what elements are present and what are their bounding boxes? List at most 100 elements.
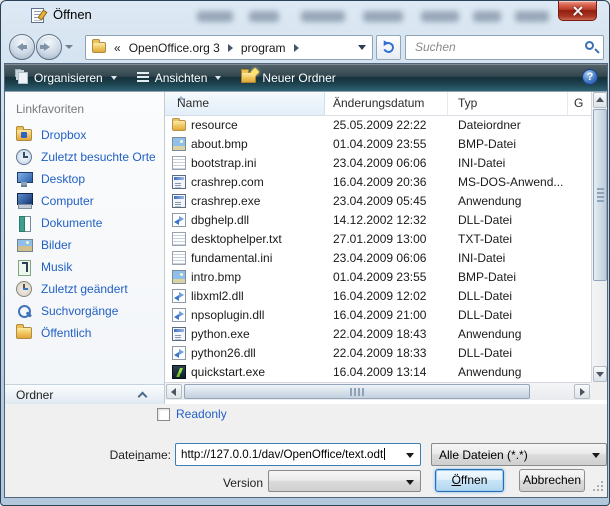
sidebar-item-recently-changed[interactable]: Zuletzt geändert bbox=[5, 278, 165, 300]
column-header-date[interactable]: Änderungsdatum bbox=[325, 92, 448, 116]
sidebar-header: Linkfavoriten bbox=[16, 102, 84, 116]
file-name: python26.dll bbox=[191, 346, 321, 360]
readonly-checkbox[interactable] bbox=[157, 408, 170, 421]
folders-expander[interactable]: Ordner bbox=[5, 384, 165, 404]
sidebar-item-computer[interactable]: Computer bbox=[5, 190, 165, 212]
horizontal-scrollbar-thumb[interactable] bbox=[184, 384, 530, 399]
views-label: Ansichten bbox=[155, 71, 208, 85]
organize-button[interactable]: Organisieren bbox=[5, 64, 127, 91]
open-button[interactable]: Öffnen bbox=[435, 469, 504, 492]
file-name: desktophelper.txt bbox=[191, 232, 321, 246]
version-select[interactable] bbox=[268, 470, 421, 492]
file-date: 27.01.2009 13:00 bbox=[333, 232, 453, 246]
file-type: BMP-Datei bbox=[458, 137, 586, 151]
help-button[interactable] bbox=[582, 69, 598, 85]
filename-input[interactable]: http://127.0.0.1/dav/OpenOffice/text.odt bbox=[175, 443, 421, 466]
sidebar-item-icon bbox=[16, 237, 32, 253]
readonly-label: Readonly bbox=[176, 407, 227, 421]
sidebar-item-pictures[interactable]: Bilder bbox=[5, 234, 165, 256]
chevron-right-icon[interactable] bbox=[294, 44, 299, 52]
file-name: fundamental.ini bbox=[191, 251, 321, 265]
views-button[interactable]: Ansichten bbox=[127, 64, 232, 91]
file-row[interactable]: npsoplugin.dll 16.04.2009 21:00 DLL-Date… bbox=[165, 306, 591, 325]
file-type: BMP-Datei bbox=[458, 270, 586, 284]
column-header-size[interactable]: G bbox=[568, 92, 591, 116]
sidebar-item-searches[interactable]: Suchvorgänge bbox=[5, 300, 165, 322]
file-name: bootstrap.ini bbox=[191, 156, 321, 170]
vertical-scrollbar-thumb[interactable] bbox=[593, 109, 607, 281]
filetype-select[interactable]: Alle Dateien (*.*) bbox=[431, 443, 607, 466]
file-type-icon bbox=[172, 346, 186, 360]
file-type: DLL-Datei bbox=[458, 289, 586, 303]
folders-label: Ordner bbox=[16, 388, 53, 402]
resize-grip[interactable] bbox=[592, 480, 603, 491]
scrollbar-corner bbox=[591, 382, 607, 400]
file-row[interactable]: libxml2.dll 16.04.2009 12:02 DLL-Datei bbox=[165, 287, 591, 306]
file-type: TXT-Datei bbox=[458, 232, 586, 246]
sidebar-item-documents[interactable]: Dokumente bbox=[5, 212, 165, 234]
search-input[interactable]: Suchen bbox=[405, 35, 604, 60]
version-label: Version bbox=[203, 476, 263, 490]
filename-dropdown-icon[interactable] bbox=[406, 453, 414, 458]
file-row[interactable]: bootstrap.ini 23.04.2009 06:06 INI-Datei bbox=[165, 154, 591, 173]
file-type-icon bbox=[172, 232, 186, 246]
refresh-button[interactable] bbox=[376, 35, 401, 60]
file-row[interactable]: about.bmp 01.04.2009 23:55 BMP-Datei bbox=[165, 135, 591, 154]
file-type: DLL-Datei bbox=[458, 346, 586, 360]
chevron-right-icon[interactable] bbox=[228, 44, 233, 52]
sidebar-item-label: Dropbox bbox=[41, 128, 86, 142]
file-list-rows: resource 25.05.2009 22:22 Dateiordner ab… bbox=[165, 116, 591, 382]
column-header-type[interactable]: Typ bbox=[448, 92, 568, 116]
file-row[interactable]: crashrep.exe 23.04.2009 05:45 Anwendung bbox=[165, 192, 591, 211]
breadcrumb-overflow[interactable]: « bbox=[114, 41, 121, 55]
sidebar-item-folder-dropbox[interactable]: Dropbox bbox=[5, 124, 165, 146]
scroll-down-button[interactable] bbox=[593, 366, 607, 382]
file-row[interactable]: python.exe 22.04.2009 18:43 Anwendung bbox=[165, 325, 591, 344]
favorites-sidebar: Linkfavoriten Dropbox Zuletzt besuchte O… bbox=[5, 92, 165, 404]
cancel-button[interactable]: Abbrechen bbox=[519, 469, 585, 492]
search-icon[interactable] bbox=[585, 41, 594, 50]
history-chevron-icon[interactable] bbox=[65, 45, 73, 49]
title-bar[interactable]: Öffnen bbox=[1, 1, 610, 29]
file-type-icon bbox=[172, 175, 186, 189]
views-icon bbox=[137, 72, 149, 84]
filetype-value: Alle Dateien (*.*) bbox=[439, 448, 528, 462]
file-type-icon bbox=[172, 365, 186, 379]
close-button[interactable] bbox=[558, 1, 597, 21]
breadcrumb[interactable]: « OpenOffice.org 3 program bbox=[85, 35, 373, 60]
file-type: Anwendung bbox=[458, 194, 586, 208]
file-row[interactable]: python26.dll 22.04.2009 18:33 DLL-Datei bbox=[165, 344, 591, 363]
file-name: libxml2.dll bbox=[191, 289, 321, 303]
column-header-name[interactable]: Name bbox=[165, 92, 325, 116]
sidebar-item-desktop[interactable]: Desktop bbox=[5, 168, 165, 190]
file-row[interactable]: quickstart.exe 16.04.2009 13:14 Anwendun… bbox=[165, 363, 591, 382]
address-dropdown-icon[interactable] bbox=[358, 45, 366, 50]
file-date: 16.04.2009 21:00 bbox=[333, 308, 453, 322]
sidebar-item-icon bbox=[16, 215, 32, 231]
organize-label: Organisieren bbox=[34, 71, 103, 85]
file-row[interactable]: desktophelper.txt 27.01.2009 13:00 TXT-D… bbox=[165, 230, 591, 249]
scroll-up-button[interactable] bbox=[593, 92, 607, 108]
sidebar-item-recent-places[interactable]: Zuletzt besuchte Orte bbox=[5, 146, 165, 168]
horizontal-scrollbar[interactable] bbox=[165, 382, 591, 400]
filename-value: http://127.0.0.1/dav/OpenOffice/text.odt bbox=[181, 448, 385, 461]
scroll-right-button[interactable] bbox=[574, 384, 590, 399]
scroll-left-button[interactable] bbox=[166, 384, 182, 399]
file-row[interactable]: intro.bmp 01.04.2009 23:55 BMP-Datei bbox=[165, 268, 591, 287]
file-row[interactable]: resource 25.05.2009 22:22 Dateiordner bbox=[165, 116, 591, 135]
file-row[interactable]: dbghelp.dll 14.12.2002 12:32 DLL-Datei bbox=[165, 211, 591, 230]
breadcrumb-item-root[interactable]: OpenOffice.org 3 bbox=[125, 39, 224, 57]
sidebar-item-public-folder[interactable]: Öffentlich bbox=[5, 322, 165, 344]
sidebar-item-music[interactable]: Musik bbox=[5, 256, 165, 278]
dialog-client-area: Organisieren Ansichten Neuer Ordner Link… bbox=[4, 63, 608, 498]
forward-button[interactable] bbox=[36, 34, 62, 60]
file-name: crashrep.com bbox=[191, 175, 321, 189]
file-row[interactable]: fundamental.ini 23.04.2009 06:06 INI-Dat… bbox=[165, 249, 591, 268]
back-button[interactable] bbox=[9, 34, 35, 60]
file-row[interactable]: crashrep.com 16.04.2009 20:36 MS-DOS-Anw… bbox=[165, 173, 591, 192]
sidebar-item-label: Computer bbox=[41, 194, 94, 208]
breadcrumb-item-current[interactable]: program bbox=[237, 39, 290, 57]
sidebar-item-label: Suchvorgänge bbox=[41, 304, 118, 318]
new-folder-button[interactable]: Neuer Ordner bbox=[231, 64, 345, 91]
vertical-scrollbar[interactable] bbox=[591, 92, 607, 382]
